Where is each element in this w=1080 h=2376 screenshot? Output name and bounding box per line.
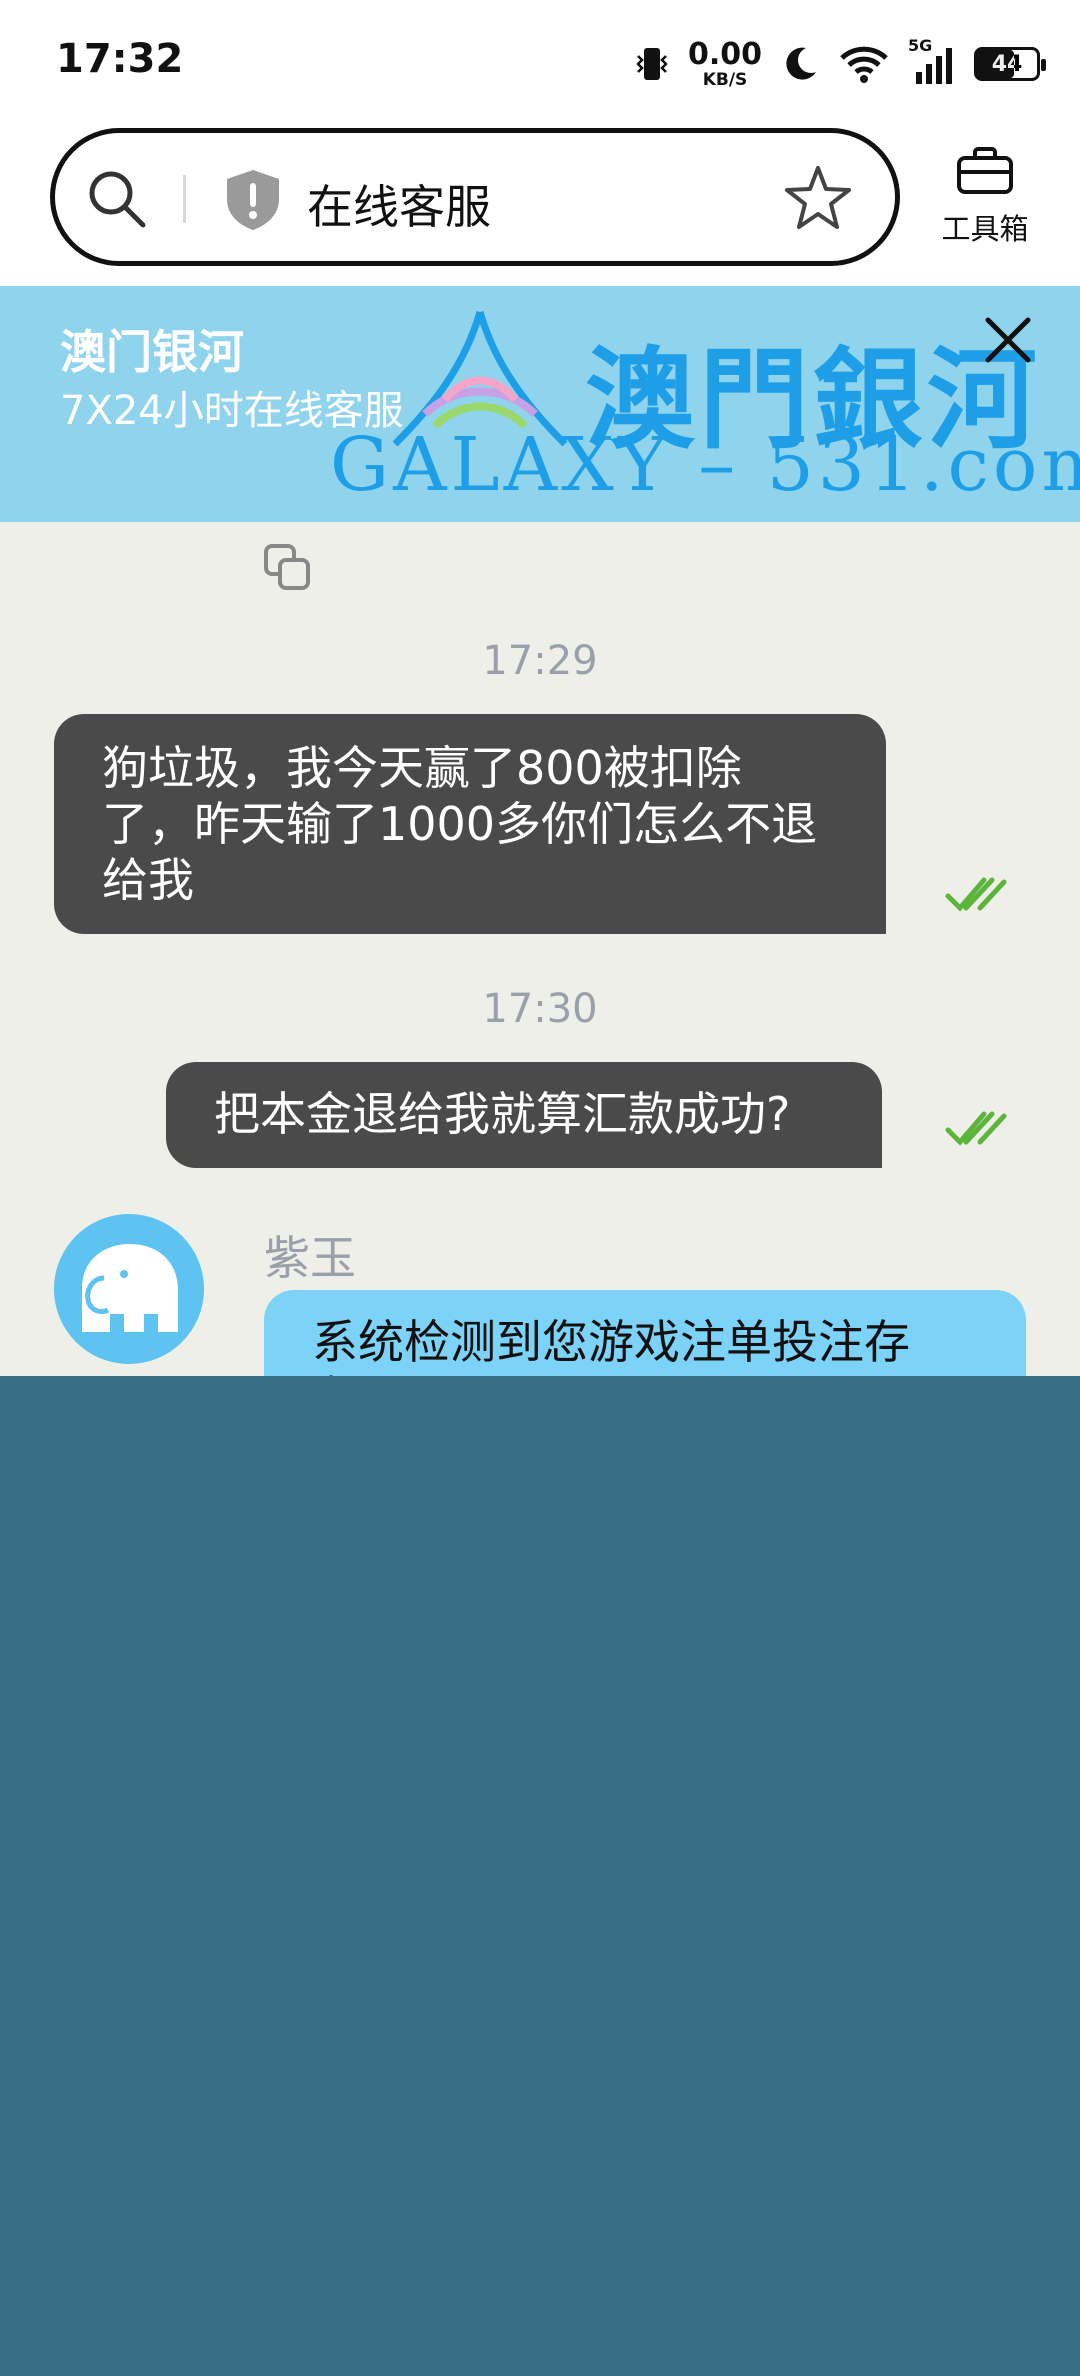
read-check-icon: [945, 877, 1007, 912]
signal-5g: 5G: [908, 36, 956, 86]
url-divider: [183, 175, 186, 223]
overlay-panel: [0, 1376, 1080, 2376]
battery-indicator: 44: [974, 47, 1046, 81]
copy-icon[interactable]: [262, 542, 312, 592]
chat-header-banner: 澳門銀河 GALAXY – 531.com – 澳门银河 7X24小时在线客服: [0, 286, 1080, 522]
status-icons: 0.00 KB/S 5G 44: [634, 36, 1046, 92]
message-line: 把本金退给我就算汇款成功?: [214, 1087, 791, 1141]
battery-level: 44: [991, 51, 1023, 77]
net-speed-unit: KB/S: [702, 69, 748, 90]
wifi-icon: [840, 46, 888, 83]
security-warning-icon[interactable]: [223, 167, 283, 233]
toolbox-icon: [957, 147, 1013, 194]
toolbox-button[interactable]: 工具箱: [930, 146, 1040, 248]
message-time: 17:29: [482, 638, 598, 684]
bookmark-star-icon[interactable]: [783, 163, 853, 233]
net-speed-value: 0.00: [687, 36, 762, 72]
search-icon[interactable]: [85, 167, 149, 231]
elephant-icon: [54, 1214, 204, 1364]
toolbox-label: 工具箱: [941, 212, 1029, 246]
url-text[interactable]: 在线客服: [307, 171, 491, 237]
moon-icon: [786, 47, 816, 80]
read-check-icon: [945, 1111, 1007, 1146]
close-icon[interactable]: [978, 310, 1038, 370]
banner-logo-en: GALAXY – 531.com –: [330, 422, 1080, 508]
outgoing-message[interactable]: 狗垃圾，我今天赢了800被扣除 了，昨天输了1000多你们怎么不退 给我: [54, 714, 886, 934]
status-time: 17:32: [56, 36, 184, 82]
agent-name: 紫玉: [264, 1231, 356, 1285]
message-line: 给我: [102, 853, 194, 907]
banner-title: 澳门银河: [60, 325, 244, 379]
outgoing-message[interactable]: 把本金退给我就算汇款成功?: [166, 1062, 882, 1168]
message-line: 了，昨天输了1000多你们怎么不退: [102, 797, 818, 851]
vibrate-icon: [636, 48, 668, 80]
status-bar: 17:32 0.00 KB/S 5G 44: [0, 0, 1080, 120]
signal-icon: [916, 48, 952, 84]
address-bar[interactable]: 在线客服: [50, 128, 900, 266]
message-line: 狗垃圾，我今天赢了800被扣除: [102, 741, 742, 795]
incoming-message[interactable]: 系统检测到您游戏注单投注存 在异: [264, 1290, 1026, 1390]
agent-avatar[interactable]: [54, 1214, 204, 1364]
message-line: 系统检测到您游戏注单投注存: [312, 1315, 910, 1369]
net-speed: 0.00 KB/S: [687, 36, 762, 90]
chat-area[interactable]: 17:29 狗垃圾，我今天赢了800被扣除 了，昨天输了1000多你们怎么不退 …: [0, 522, 1080, 1390]
banner-subtitle: 7X24小时在线客服: [60, 388, 404, 434]
message-time: 17:30: [482, 986, 598, 1032]
